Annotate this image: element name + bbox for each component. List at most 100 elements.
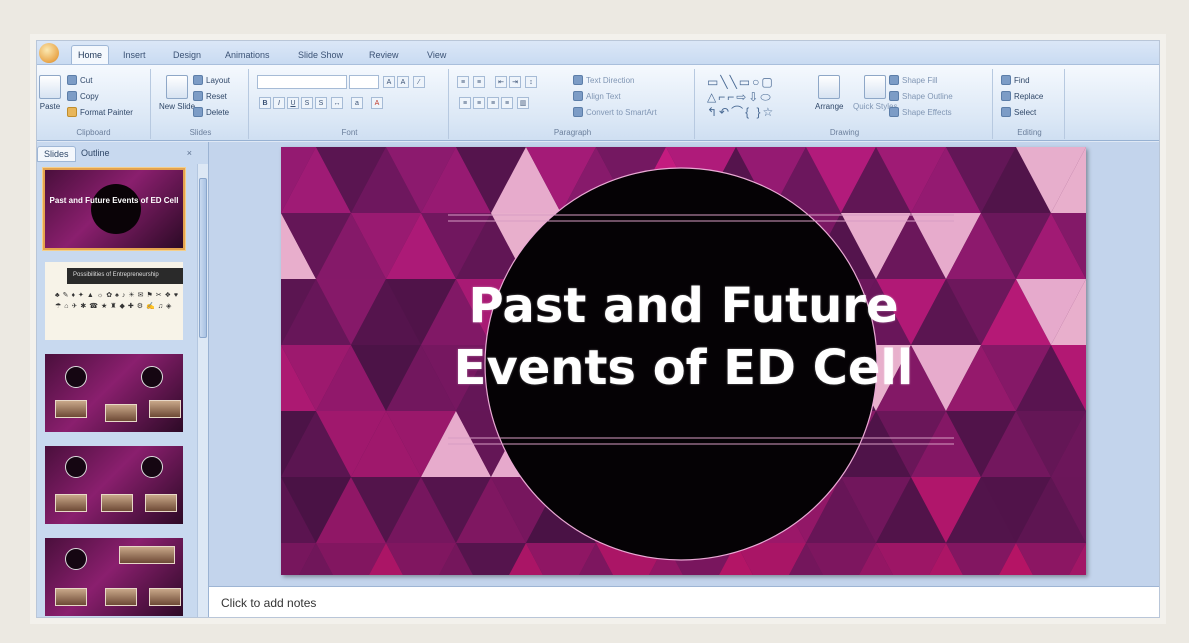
font-color-button[interactable]: A: [371, 97, 383, 109]
decrease-indent-button[interactable]: ⇤: [495, 76, 507, 88]
notes-pane[interactable]: Click to add notes: [209, 586, 1159, 617]
replace-button[interactable]: Replace: [1001, 91, 1043, 101]
select-label: Select: [1014, 107, 1037, 117]
slides-group-label: Slides: [189, 128, 212, 137]
panel-scrollbar[interactable]: [197, 164, 208, 617]
font-name-input[interactable]: [257, 75, 347, 89]
paste-button[interactable]: Paste: [39, 75, 61, 111]
layout-icon: [193, 75, 203, 85]
convert-smartart-button[interactable]: Convert to SmartArt: [573, 107, 657, 117]
numbering-button[interactable]: ≡: [473, 76, 485, 88]
slide-thumbnail-2[interactable]: Possibilities of Entrepreneurship ♣✎♦✦▲☼…: [43, 260, 185, 342]
text-direction-icon: [573, 75, 583, 85]
strikethrough-button[interactable]: S: [301, 97, 313, 109]
bullets-button[interactable]: ≡: [457, 76, 469, 88]
close-icon[interactable]: ×: [187, 148, 192, 158]
slide-thumbnail-5[interactable]: [43, 536, 185, 617]
columns-button[interactable]: ▥: [517, 97, 529, 109]
cut-button[interactable]: Cut: [67, 75, 92, 85]
shape-effects-button[interactable]: Shape Effects: [889, 107, 952, 117]
tab-review[interactable]: Review: [363, 46, 405, 65]
justify-button[interactable]: ≡: [501, 97, 513, 109]
select-button[interactable]: Select: [1001, 107, 1036, 117]
thumbnail-background: [45, 446, 183, 524]
font-size-input[interactable]: [349, 75, 379, 89]
thumbnail-circle: [65, 548, 87, 570]
thumbnail-photo: [149, 588, 181, 606]
align-center-button[interactable]: ≡: [473, 97, 485, 109]
arrange-label: Arrange: [815, 102, 844, 111]
clipboard-group: Paste Cut Copy Format Painter Clipboard: [37, 69, 151, 139]
slide-thumbnail-4[interactable]: [43, 444, 185, 526]
text-direction-button[interactable]: Text Direction: [573, 75, 634, 85]
tab-design[interactable]: Design: [167, 46, 207, 65]
slide-title-line-1: Past and Future: [468, 278, 899, 334]
current-slide[interactable]: Past and Future Events of ED Cell: [281, 147, 1086, 575]
align-text-icon: [573, 91, 583, 101]
shrink-font-button[interactable]: A: [397, 76, 409, 88]
paste-icon: [39, 75, 61, 99]
powerpoint-window: Home Insert Design Animations Slide Show…: [36, 40, 1160, 618]
align-left-button[interactable]: ≡: [459, 97, 471, 109]
convert-smartart-label: Convert to SmartArt: [586, 107, 657, 117]
tab-outline[interactable]: Outline: [75, 146, 116, 162]
tab-slide-show[interactable]: Slide Show: [292, 46, 349, 65]
copy-icon: [67, 91, 77, 101]
align-right-button[interactable]: ≡: [487, 97, 499, 109]
line-spacing-button[interactable]: ↕: [525, 76, 537, 88]
tab-view[interactable]: View: [421, 46, 452, 65]
format-painter-button[interactable]: Format Painter: [67, 107, 133, 117]
tab-insert[interactable]: Insert: [117, 46, 152, 65]
grow-font-button[interactable]: A: [383, 76, 395, 88]
tab-animations[interactable]: Animations: [219, 46, 276, 65]
slide-title[interactable]: Past and Future Events of ED Cell: [281, 275, 1086, 399]
thumbnail-circle: [91, 184, 141, 234]
shape-effects-label: Shape Effects: [902, 107, 952, 117]
new-slide-button[interactable]: New Slide: [159, 75, 195, 111]
thumbnail-photo: [149, 400, 181, 418]
thumbnail-header: Possibilities of Entrepreneurship: [67, 268, 183, 284]
copy-button[interactable]: Copy: [67, 91, 99, 101]
font-group: A A ⁄ B I U S S ↔ a A Font: [251, 69, 449, 139]
italic-button[interactable]: I: [273, 97, 285, 109]
spacing-button[interactable]: ↔: [331, 97, 343, 109]
shapes-gallery[interactable]: ▭╲╲▭○▢ △⌐⌐⇨⇩⬭ ↰↶⌒{ }☆: [707, 75, 817, 121]
thumbnail-photo: [105, 404, 137, 422]
notes-placeholder: Click to add notes: [221, 596, 317, 610]
clipboard-group-label: Clipboard: [76, 128, 111, 137]
layout-button[interactable]: Layout: [193, 75, 230, 85]
thumbnail-circle: [65, 366, 87, 388]
slide-thumbnail-3[interactable]: [43, 352, 185, 434]
slide-thumbnail-1[interactable]: Past and Future Events of ED Cell: [43, 168, 185, 250]
delete-button[interactable]: Delete: [193, 107, 229, 117]
reset-label: Reset: [206, 91, 227, 101]
slide-canvas: Past and Future Events of ED Cell: [209, 142, 1159, 608]
tab-home[interactable]: Home: [71, 45, 110, 64]
delete-label: Delete: [206, 107, 230, 117]
clear-format-button[interactable]: ⁄: [413, 76, 425, 88]
thumbnail-photo: [101, 494, 133, 512]
find-label: Find: [1014, 75, 1030, 85]
bold-button[interactable]: B: [259, 97, 271, 109]
office-button[interactable]: [39, 43, 59, 63]
find-button[interactable]: Find: [1001, 75, 1030, 85]
ribbon: Paste Cut Copy Format Painter Clipboard …: [37, 65, 1159, 141]
scrollbar-thumb[interactable]: [199, 178, 207, 338]
align-text-button[interactable]: Align Text: [573, 91, 621, 101]
new-slide-label: New Slide: [159, 102, 196, 111]
change-case-button[interactable]: a: [351, 97, 363, 109]
layout-label: Layout: [206, 75, 231, 85]
shape-fill-button[interactable]: Shape Fill: [889, 75, 938, 85]
thumbnail-circle: [141, 456, 163, 478]
shape-outline-button[interactable]: Shape Outline: [889, 91, 953, 101]
increase-indent-button[interactable]: ⇥: [509, 76, 521, 88]
tab-slides[interactable]: Slides: [37, 146, 76, 162]
reset-button[interactable]: Reset: [193, 91, 227, 101]
paste-label: Paste: [39, 102, 61, 111]
screenshot-frame: Home Insert Design Animations Slide Show…: [0, 0, 1189, 643]
shadow-button[interactable]: S: [315, 97, 327, 109]
arrange-button[interactable]: Arrange: [815, 75, 843, 111]
new-slide-icon: [166, 75, 188, 99]
slide-title-line-2: Events of ED Cell: [453, 340, 914, 396]
underline-button[interactable]: U: [287, 97, 299, 109]
